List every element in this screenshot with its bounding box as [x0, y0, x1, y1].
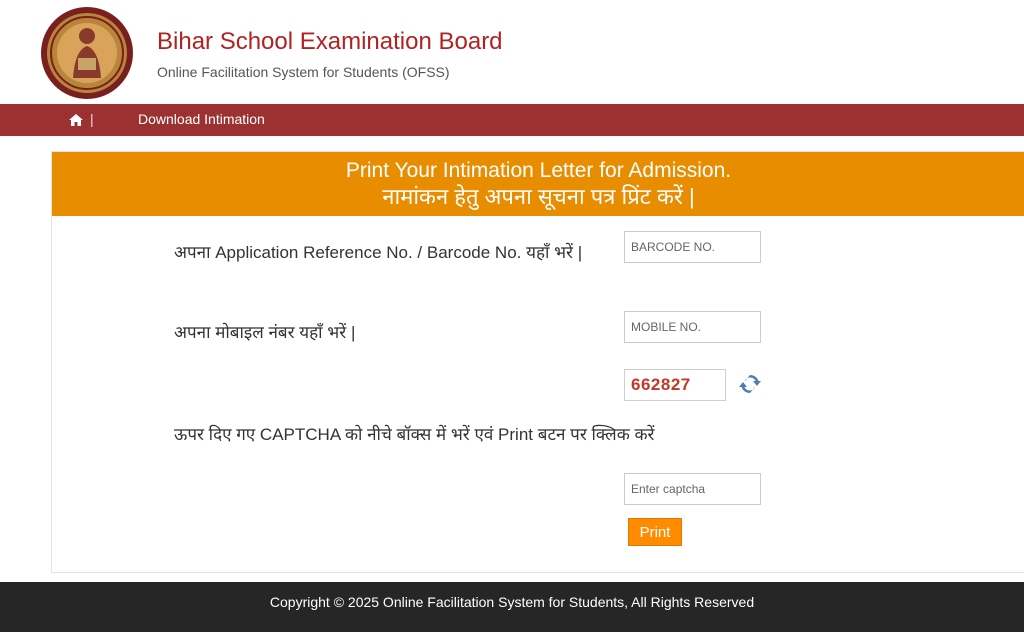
panel-heading-hindi: नामांकन हेतु अपना सूचना पत्र प्रिंट करें… [382, 184, 695, 209]
main-navbar: | Download Intimation [0, 104, 1024, 136]
bseb-logo-icon [41, 7, 133, 99]
mobile-number-label: अपना मोबाइल नंबर यहाँ भरें | [174, 323, 356, 342]
panel-heading-english: Print Your Intimation Letter for Admissi… [345, 159, 732, 182]
site-title: Bihar School Examination Board [157, 28, 503, 55]
intimation-panel: Print Your Intimation Letter for Admissi… [51, 151, 1024, 573]
panel-heading: Print Your Intimation Letter for Admissi… [52, 152, 1024, 216]
reference-number-label: अपना Application Reference No. / Barcode… [174, 243, 583, 262]
home-icon[interactable] [68, 112, 84, 128]
nav-download-intimation[interactable]: Download Intimation [138, 111, 265, 127]
captcha-input[interactable] [624, 473, 761, 505]
captcha-instruction-label: ऊपर दिए गए CAPTCHA को नीचे बॉक्स में भरे… [174, 425, 655, 444]
mobile-input[interactable] [624, 311, 761, 343]
captcha-image: 662827 [624, 369, 726, 401]
refresh-icon[interactable] [738, 372, 762, 396]
barcode-input[interactable] [624, 231, 761, 263]
footer-copyright: Copyright © 2025 Online Facilitation Sys… [269, 594, 755, 610]
site-footer: Copyright © 2025 Online Facilitation Sys… [0, 582, 1024, 632]
site-header: Bihar School Examination Board Online Fa… [0, 0, 1024, 104]
site-subtitle: Online Facilitation System for Students … [157, 64, 450, 80]
nav-separator: | [90, 111, 94, 127]
print-button[interactable]: Print [628, 518, 682, 546]
